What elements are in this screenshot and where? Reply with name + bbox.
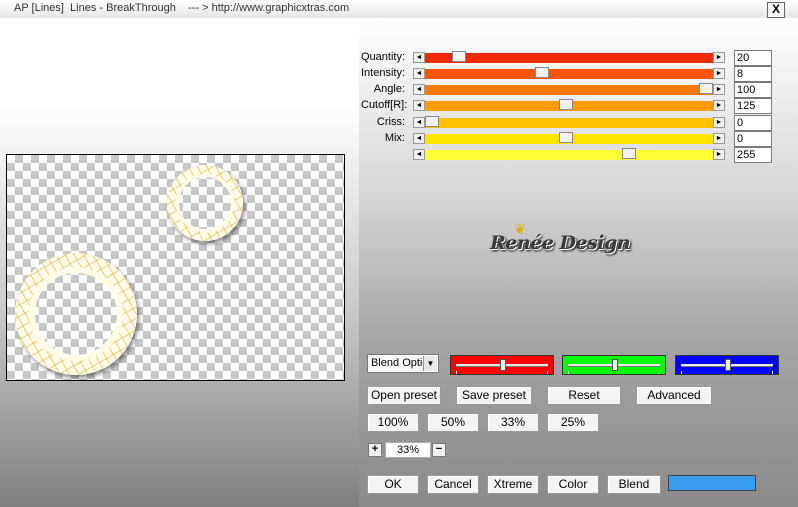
arrow-right-icon[interactable]: ► [713, 68, 725, 79]
preview-canvas[interactable] [6, 154, 345, 381]
zoom-50-button[interactable]: 50% [427, 413, 479, 432]
arrow-left-icon[interactable]: ◄ [413, 149, 425, 160]
zoom-out-button[interactable]: − [432, 443, 446, 457]
slider-row: Cutoff[R]: ◄ ► 125 [361, 98, 781, 114]
slider-value-field[interactable]: 20 [734, 50, 772, 66]
slider-label: Angle: [373, 83, 405, 95]
xtreme-button[interactable]: Xtreme [487, 475, 539, 494]
chevron-down-icon[interactable]: ▼ [423, 356, 437, 371]
slider-row: Mix: ◄ ► 0 [361, 131, 781, 147]
slider-thumb[interactable] [535, 67, 549, 78]
small-ring-shape [167, 165, 243, 241]
zoom-33-button[interactable]: 33% [487, 413, 539, 432]
green-color-slider[interactable] [562, 355, 666, 375]
slider-label: Cutoff[R]: [361, 99, 408, 111]
slider-bar[interactable] [425, 150, 713, 160]
blend-options-select[interactable]: Blend Optio ▼ [367, 354, 439, 373]
slider-ticks [681, 371, 773, 374]
arrow-left-icon[interactable]: ◄ [413, 133, 425, 144]
cancel-button[interactable]: Cancel [427, 475, 479, 494]
reset-button[interactable]: Reset [547, 386, 621, 405]
zoom-25-button[interactable]: 25% [547, 413, 599, 432]
slider-track[interactable]: ◄ ► [413, 51, 725, 64]
arrow-left-icon[interactable]: ◄ [413, 52, 425, 63]
slider-thumb[interactable] [559, 132, 573, 143]
slider-label: Criss: [376, 116, 405, 128]
slider-label: Quantity: [361, 51, 406, 63]
arrow-right-icon[interactable]: ► [713, 149, 725, 160]
window-title: AP [Lines] Lines - BreakThrough --- > ht… [14, 2, 350, 14]
blend-button[interactable]: Blend [607, 475, 661, 494]
arrow-left-icon[interactable]: ◄ [413, 68, 425, 79]
slider-knob[interactable] [725, 359, 731, 371]
color-button[interactable]: Color [547, 475, 599, 494]
advanced-button[interactable]: Advanced [636, 386, 712, 405]
slider-track[interactable]: ◄ ► [413, 132, 725, 145]
large-ring-shape [15, 253, 137, 375]
slider-value-field[interactable]: 8 [734, 66, 772, 82]
slider-bar[interactable] [425, 53, 713, 63]
renee-design-logo: Renée Design [490, 232, 631, 254]
arrow-right-icon[interactable]: ► [713, 52, 725, 63]
slider-knob[interactable] [500, 359, 506, 371]
slider-row: ◄ ► 255 [361, 147, 781, 163]
slider-thumb[interactable] [425, 116, 439, 127]
slider-ticks [568, 371, 660, 374]
slider-value-field[interactable]: 0 [734, 131, 772, 147]
close-button[interactable]: X [767, 2, 785, 18]
ok-button[interactable]: OK [367, 475, 419, 494]
zoom-100-button[interactable]: 100% [367, 413, 419, 432]
slider-label: Mix: [384, 132, 405, 144]
slider-track[interactable]: ◄ ► [413, 116, 725, 129]
arrow-right-icon[interactable]: ► [713, 117, 725, 128]
slider-thumb[interactable] [622, 148, 636, 159]
slider-thumb[interactable] [452, 51, 466, 62]
red-color-slider[interactable] [450, 355, 554, 375]
save-preset-button[interactable]: Save preset [456, 386, 532, 405]
slider-track[interactable]: ◄ ► [413, 83, 725, 96]
blend-options-value: Blend Optio [371, 357, 429, 369]
slider-value-field[interactable]: 100 [734, 82, 772, 98]
slider-row: Angle: ◄ ► 100 [361, 82, 781, 98]
arrow-right-icon[interactable]: ► [713, 100, 725, 111]
slider-bar[interactable] [425, 85, 713, 95]
slider-ticks [456, 371, 548, 374]
slider-value-field[interactable]: 0 [734, 115, 772, 131]
slider-thumb[interactable] [699, 83, 713, 94]
slider-track[interactable]: ◄ ► [413, 99, 725, 112]
slider-value-field[interactable]: 255 [734, 147, 772, 163]
slider-row: Criss: ◄ ► 0 [361, 115, 781, 131]
open-preset-button[interactable]: Open preset [367, 386, 441, 405]
slider-knob[interactable] [612, 359, 618, 371]
blue-color-slider[interactable] [675, 355, 779, 375]
zoom-in-button[interactable]: + [368, 443, 382, 457]
slider-track[interactable]: ◄ ► [413, 148, 725, 161]
slider-label: Intensity: [361, 67, 406, 79]
color-swatch[interactable] [668, 475, 756, 491]
slider-value-field[interactable]: 125 [734, 98, 772, 114]
slider-bar[interactable] [425, 69, 713, 79]
slider-row: Quantity: ◄ ► 20 [361, 50, 781, 66]
arrow-right-icon[interactable]: ► [713, 84, 725, 95]
slider-bar[interactable] [425, 118, 713, 128]
slider-thumb[interactable] [559, 99, 573, 110]
slider-track[interactable]: ◄ ► [413, 67, 725, 80]
arrow-left-icon[interactable]: ◄ [413, 117, 425, 128]
zoom-value: 33% [385, 442, 431, 458]
title-bar: AP [Lines] Lines - BreakThrough --- > ht… [0, 0, 798, 18]
slider-row: Intensity: ◄ ► 8 [361, 66, 781, 82]
arrow-left-icon[interactable]: ◄ [413, 100, 425, 111]
arrow-right-icon[interactable]: ► [713, 133, 725, 144]
arrow-left-icon[interactable]: ◄ [413, 84, 425, 95]
